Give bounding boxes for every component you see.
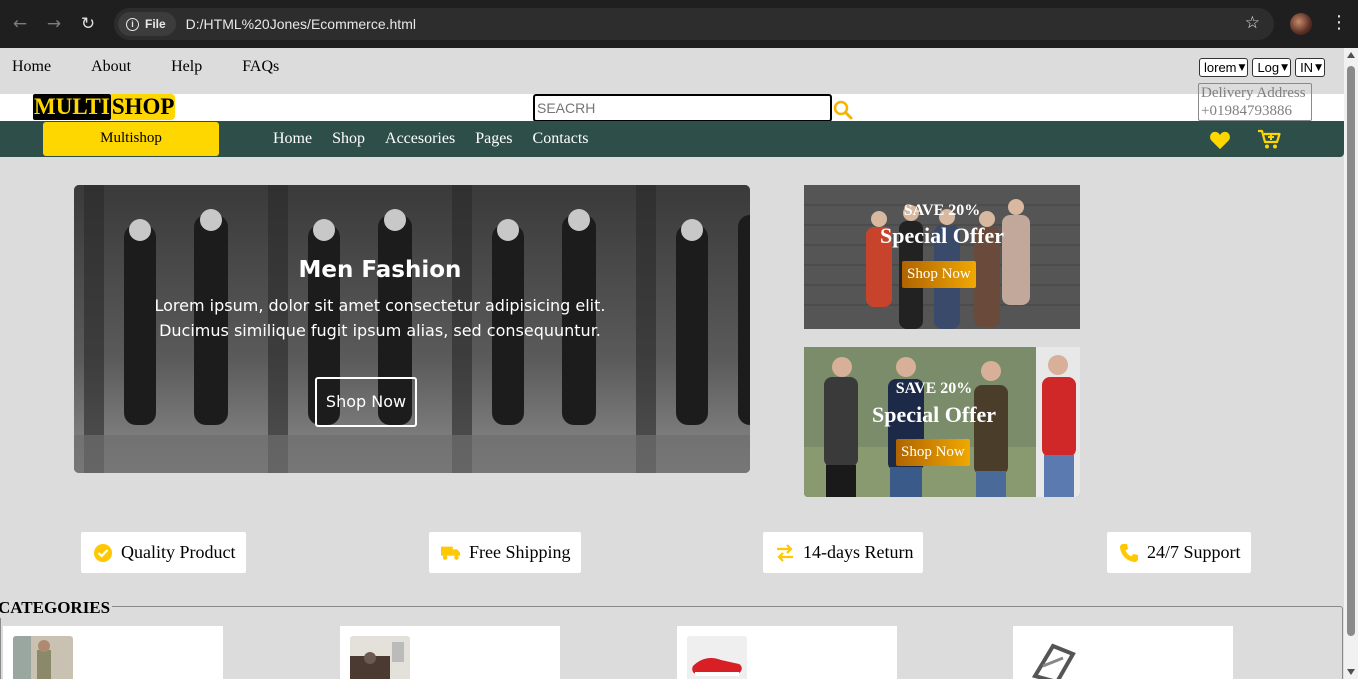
exchange-arrows-icon: [777, 543, 793, 562]
reload-icon[interactable]: ↻: [74, 10, 102, 38]
back-icon[interactable]: ←: [6, 10, 34, 38]
country-select[interactable]: IN ▼: [1295, 58, 1325, 77]
offer-1-shop-now-button[interactable]: Shop Now: [902, 261, 976, 288]
topnav-help[interactable]: Help: [171, 58, 202, 76]
delivery-address: Delivery Address +01984793886: [1198, 83, 1312, 121]
nav-shop[interactable]: Shop: [332, 130, 365, 148]
bookmark-star-icon[interactable]: ☆: [1245, 13, 1260, 33]
cart-icon[interactable]: [1257, 128, 1281, 150]
topnav-home[interactable]: Home: [12, 58, 51, 76]
offer-card-1: SAVE 20% Special Offer Shop Now: [804, 185, 1080, 329]
site-logo[interactable]: MULTI SHOP: [33, 94, 176, 120]
log-select[interactable]: Log ▼: [1252, 58, 1292, 77]
topnav-about[interactable]: About: [91, 58, 131, 76]
info-icon: i: [126, 17, 139, 31]
hero-description: Lorem ipsum, dolor sit amet consectetur …: [154, 296, 606, 340]
check-badge-icon: [94, 543, 112, 562]
feature-quality-product: Quality Product: [81, 532, 246, 573]
site-info-chip[interactable]: i File: [118, 12, 176, 36]
feature-24-7-support: 24/7 Support: [1107, 532, 1251, 573]
offer-card-2: SAVE 20% Special Offer Shop Now: [804, 347, 1080, 497]
category-card-4[interactable]: [1013, 626, 1233, 679]
heart-icon[interactable]: [1209, 130, 1231, 150]
nav-home[interactable]: Home: [273, 130, 312, 148]
offer-1-save: SAVE 20%: [903, 202, 981, 219]
hero-title: Men Fashion: [298, 257, 462, 283]
offer-2-title: Special Offer: [871, 402, 997, 427]
category-card-1[interactable]: [3, 626, 223, 679]
search-input[interactable]: SEACRH: [533, 94, 832, 122]
hero-shop-now-button[interactable]: Shop Now: [315, 377, 417, 427]
menu-kebab-icon[interactable]: ⋮: [1330, 12, 1348, 33]
category-image-2: [350, 636, 410, 679]
page-scrollbar[interactable]: [1344, 48, 1358, 679]
address-bar[interactable]: i File D:/HTML%20Jones/Ecommerce.html ☆: [114, 8, 1274, 40]
scroll-down-icon[interactable]: [1347, 669, 1355, 675]
offer-2-save: SAVE 20%: [895, 380, 973, 397]
search-icon[interactable]: [833, 100, 853, 120]
browser-toolbar: ← → ↻ i File D:/HTML%20Jones/Ecommerce.h…: [0, 0, 1358, 48]
top-nav: Home About Help FAQs: [12, 58, 319, 76]
truck-icon: [441, 546, 461, 560]
chevron-down-icon: ▼: [1238, 62, 1246, 73]
offer-1-title: Special Offer: [879, 223, 1005, 248]
category-card-3[interactable]: [677, 626, 897, 679]
feature-free-shipping: Free Shipping: [429, 532, 581, 573]
feature-14-days-return: 14-days Return: [763, 532, 924, 573]
categories-heading: CATEGORIES: [0, 598, 113, 618]
category-image-3: [687, 636, 747, 679]
chevron-down-icon: ▼: [1315, 62, 1322, 73]
nav-contacts[interactable]: Contacts: [533, 130, 589, 148]
category-card-2[interactable]: [340, 626, 560, 679]
offer-2-shop-now-button[interactable]: Shop Now: [896, 439, 970, 466]
page-content: Home About Help FAQs lorem ▼ Log ▼ IN ▼ MUL…: [0, 48, 1344, 679]
category-image-1: [13, 636, 73, 679]
scroll-thumb[interactable]: [1347, 66, 1355, 636]
url-text[interactable]: D:/HTML%20Jones/Ecommerce.html: [186, 16, 416, 32]
topnav-faqs[interactable]: FAQs: [242, 58, 279, 76]
chevron-down-icon: ▼: [1281, 62, 1289, 73]
top-selects: lorem ▼ Log ▼ IN ▼: [1199, 58, 1325, 77]
nav-pages[interactable]: Pages: [475, 130, 512, 148]
main-nav: Home Shop Accesories Pages Contacts: [273, 130, 609, 148]
category-image-4: [1023, 636, 1083, 679]
forward-icon[interactable]: →: [40, 10, 68, 38]
multishop-button[interactable]: Multishop: [43, 122, 219, 156]
profile-avatar[interactable]: [1290, 13, 1312, 35]
lorem-select[interactable]: lorem ▼: [1199, 58, 1249, 77]
scroll-up-icon[interactable]: [1347, 52, 1355, 58]
hero-banner: Men Fashion Lorem ipsum, dolor sit amet …: [74, 185, 750, 473]
phone-icon: [1120, 543, 1138, 562]
nav-accesories[interactable]: Accesories: [385, 130, 455, 148]
